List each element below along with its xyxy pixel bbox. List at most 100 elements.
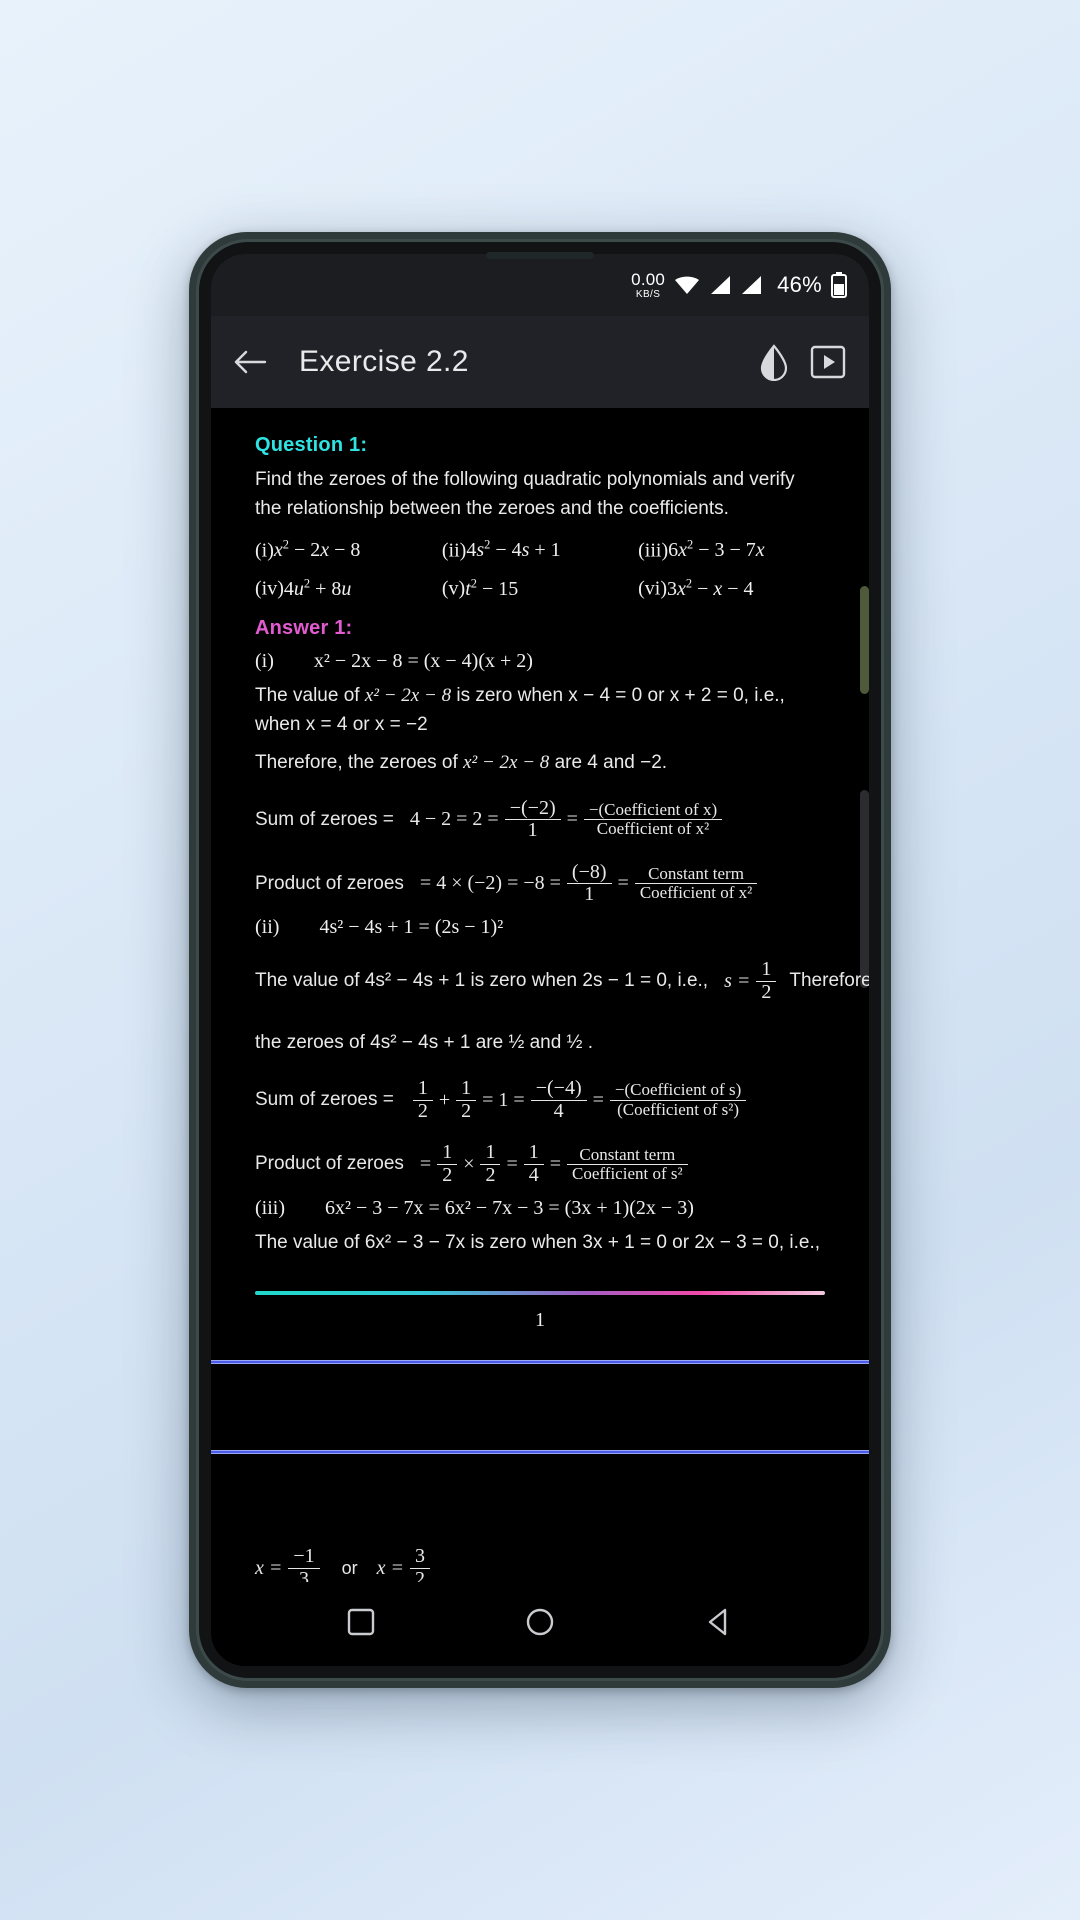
- question-heading: Question 1:: [255, 434, 368, 456]
- prod-ii-equals-0: =: [419, 1152, 432, 1175]
- prod-i-fraction-2: Constant term Coefficient of x²: [634, 864, 758, 903]
- network-speed-value: 0.00: [631, 269, 666, 289]
- product-of-zeroes-label: Product of zeroes: [255, 1153, 404, 1175]
- sum-of-zeroes-i-math: 4 − 2 = 2 = −(−2) 1 = −(Coefficient of x…: [409, 797, 725, 842]
- document-page-1: Question 1: Find the zeroes of the follo…: [211, 434, 869, 1332]
- problem-iv-expr: 4u2 + 8u: [283, 576, 352, 601]
- sum-ii-fracb-denominator: 2: [461, 1099, 472, 1122]
- value-line-ii-frac-denominator: 2: [761, 980, 772, 1003]
- prod-i-frac2-numerator: Constant term: [634, 864, 758, 885]
- x-equals-label-1: x =: [255, 1556, 283, 1579]
- step-ii-expression: 4s² − 4s + 1 = (2s − 1)²: [319, 916, 504, 939]
- sum-ii-fraction-1: −(−4) 4: [530, 1078, 587, 1122]
- recents-button-icon[interactable]: [346, 1607, 376, 1642]
- value-line-ii-math: s = 1 2: [724, 958, 779, 1003]
- sum-i-frac2-denominator: Coefficient of x²: [596, 819, 710, 839]
- app-bar: Exercise 2.2: [211, 316, 869, 408]
- problem-row: (i)x2 − 2x − 8 (ii)4s2 − 4s + 1 (iii)6x2…: [255, 538, 825, 563]
- x-values-math: x = −1 3 or x = 3 2: [255, 1546, 433, 1582]
- therefore-line-i: Therefore, the zeroes of x² − 2x − 8 are…: [255, 749, 825, 778]
- step-iii-expression: 6x² − 3 − 7x = 6x² − 7x − 3 = (3x + 1)(2…: [325, 1196, 694, 1219]
- value-line-ii-prefix: The value of 4s² − 4s + 1 is zero when 2…: [255, 970, 709, 992]
- value-line-ii: The value of 4s² − 4s + 1 is zero when 2…: [255, 958, 869, 1003]
- answer-step-i: (i) x² − 2x − 8 = (x − 4)(x + 2): [255, 650, 825, 673]
- problem-vi-number: (vi): [638, 578, 668, 601]
- problem-v-expr: t2 − 15: [465, 576, 519, 601]
- therefore-i-expression: x² − 2x − 8: [463, 751, 550, 773]
- step-i-label: (i): [255, 650, 274, 673]
- prod-ii-fracb-numerator: 1: [480, 1142, 501, 1165]
- home-button-icon[interactable]: [525, 1607, 555, 1642]
- sum-of-zeroes-label: Sum of zeroes =: [255, 808, 394, 830]
- prod-ii-equals-2: =: [549, 1152, 562, 1175]
- prod-i-equals: =: [617, 872, 629, 895]
- prod-ii-frac2-denominator: Coefficient of s²: [572, 1163, 683, 1183]
- problem-iii: (iii)6x2 − 3 − 7x: [638, 538, 825, 563]
- prod-ii-fraction-a: 1 2: [437, 1142, 458, 1186]
- back-button-icon[interactable]: [704, 1607, 734, 1642]
- phone-device: 0.00 KB/S 46% Exercise 2.2 Question 1: F…: [189, 232, 891, 1688]
- therefore-i-suffix: are 4 and −2.: [554, 751, 668, 773]
- prod-i-frac2-denominator: Coefficient of x²: [639, 883, 753, 903]
- sum-i-fraction-1: −(−2) 1: [504, 797, 561, 842]
- video-player-icon[interactable]: [809, 343, 847, 381]
- sum-ii-plus: +: [438, 1088, 451, 1111]
- earpiece-speaker: [486, 252, 594, 259]
- prod-ii-fraca-denominator: 2: [442, 1163, 453, 1186]
- sum-of-zeroes-ii-math: 1 2 + 1 2 = 1 = −(−4) 4 = −(Coefficient …: [410, 1078, 749, 1122]
- prod-ii-fraca-numerator: 1: [437, 1142, 458, 1165]
- problem-iii-expr: 6x2 − 3 − 7x: [668, 537, 765, 562]
- sum-i-frac1-numerator: −(−2): [504, 797, 561, 821]
- value-line-iii: The value of 6x² − 3 − 7x is zero when 3…: [255, 1231, 821, 1253]
- back-arrow-icon[interactable]: [233, 347, 267, 377]
- sum-i-frac2-numerator: −(Coefficient of x): [583, 800, 723, 821]
- problem-v: (v)t2 − 15: [442, 576, 638, 601]
- prod-ii-fraction-c: 1 4: [523, 1142, 544, 1186]
- prod-ii-frac2-numerator: Constant term: [567, 1145, 688, 1165]
- document-page-2: x = −1 3 or x = 3 2 Therefor: [211, 1546, 869, 1582]
- document-viewer[interactable]: Question 1: Find the zeroes of the follo…: [211, 408, 869, 1582]
- value-line-i-expression: x² − 2x − 8: [364, 685, 452, 707]
- x-frac1-denominator: 3: [299, 1567, 310, 1582]
- problem-v-number: (v): [441, 578, 466, 601]
- value-line-i-prefix: The value of: [255, 685, 360, 707]
- problem-vi: (vi)3x2 − x − 4: [638, 576, 825, 601]
- problem-i-expr: x2 − 2x − 8: [273, 537, 361, 562]
- answer-step-ii: (ii) 4s² − 4s + 1 = (2s − 1)²: [255, 916, 825, 939]
- sum-of-zeroes-label: Sum of zeroes =: [255, 1089, 394, 1111]
- theme-toggle-icon[interactable]: [757, 343, 791, 381]
- page-title: Exercise 2.2: [299, 345, 469, 378]
- network-speed-unit: KB/S: [635, 288, 661, 300]
- prod-i-fraction-1: (−8) 1: [566, 861, 612, 906]
- zeroes-line-ii: the zeroes of 4s² − 4s + 1 are ½ and ½ .: [255, 1032, 593, 1054]
- sum-i-lead: 4 − 2 = 2 =: [409, 808, 499, 831]
- problem-ii-number: (ii): [441, 539, 467, 562]
- prod-i-frac1-numerator: (−8): [566, 861, 612, 885]
- product-of-zeroes-i: Product of zeroes = 4 × (−2) = −8 = (−8)…: [255, 861, 825, 906]
- page-gap: [211, 1364, 869, 1422]
- battery-percent-label: 46%: [777, 272, 822, 297]
- prod-ii-fraction-b: 1 2: [480, 1142, 501, 1186]
- sum-i-equals: =: [566, 808, 578, 831]
- page-separator: [211, 1450, 869, 1455]
- x-fraction-1: −1 3: [288, 1546, 320, 1582]
- x-frac2-denominator: 2: [415, 1567, 426, 1582]
- product-of-zeroes-ii: Product of zeroes = 1 2 × 1 2 = 1 4 = Co…: [255, 1142, 825, 1186]
- product-of-zeroes-i-math: = 4 × (−2) = −8 = (−8) 1 = Constant term…: [419, 861, 760, 906]
- sum-ii-fraca-numerator: 1: [412, 1078, 433, 1101]
- problem-iv: (iv)4u2 + 8u: [255, 576, 442, 601]
- prod-i-lead: = 4 × (−2) = −8 =: [419, 872, 561, 895]
- sum-ii-frac2-denominator: (Coefficient of s²): [617, 1099, 739, 1119]
- sum-ii-frac1-denominator: 4: [553, 1099, 564, 1122]
- step-iii-label: (iii): [255, 1196, 285, 1219]
- status-bar: 0.00 KB/S 46%: [211, 254, 869, 316]
- sum-ii-frac1-numerator: −(−4): [530, 1078, 587, 1101]
- answer-heading: Answer 1:: [255, 617, 353, 640]
- problem-ii: (ii)4s2 − 4s + 1: [442, 538, 638, 563]
- x-frac2-numerator: 3: [410, 1546, 431, 1569]
- phone-screen: 0.00 KB/S 46% Exercise 2.2 Question 1: F…: [211, 254, 869, 1666]
- or-label: or: [341, 1557, 358, 1578]
- x-frac1-numerator: −1: [288, 1546, 320, 1569]
- sum-ii-fraction-a: 1 2: [412, 1078, 433, 1122]
- signal-icon: [740, 275, 762, 295]
